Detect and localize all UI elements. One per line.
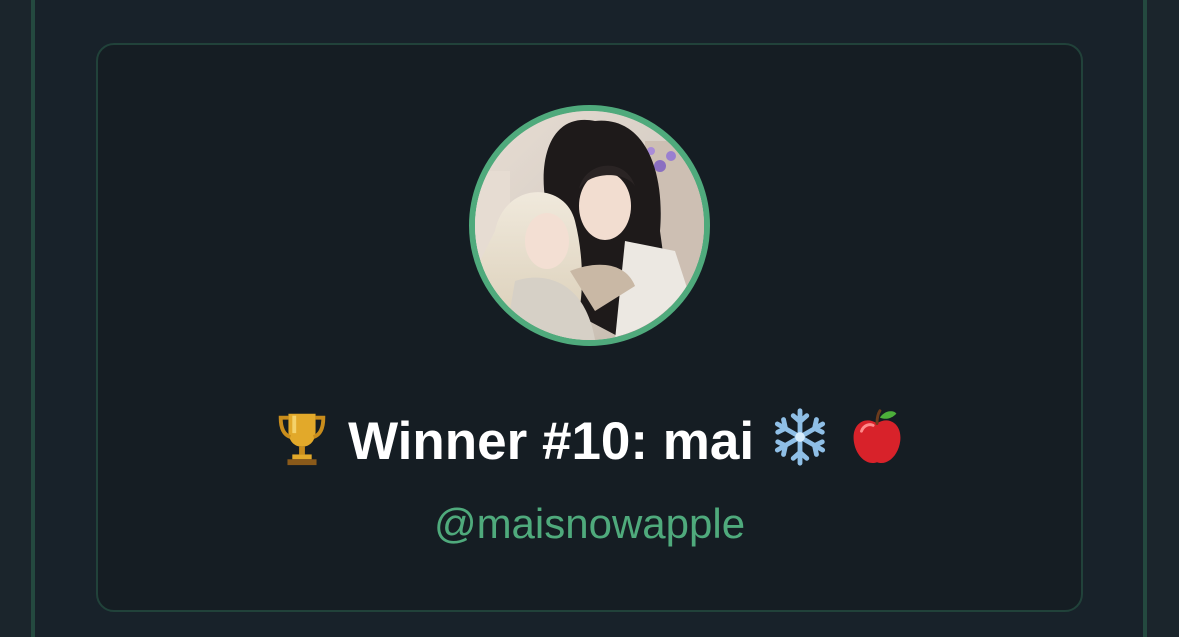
- avatar-image: [475, 111, 704, 340]
- winner-title-text: Winner #10: mai: [348, 412, 755, 471]
- winner-title: Winner #10: mai: [0, 402, 1179, 482]
- trophy-icon: [271, 406, 333, 468]
- apple-icon: [846, 406, 908, 468]
- user-handle[interactable]: @maisnowapple: [0, 497, 1179, 551]
- page: Winner #10: mai @maisnowapple: [0, 0, 1179, 637]
- avatar[interactable]: [469, 105, 710, 346]
- snowflake-icon: [769, 406, 831, 468]
